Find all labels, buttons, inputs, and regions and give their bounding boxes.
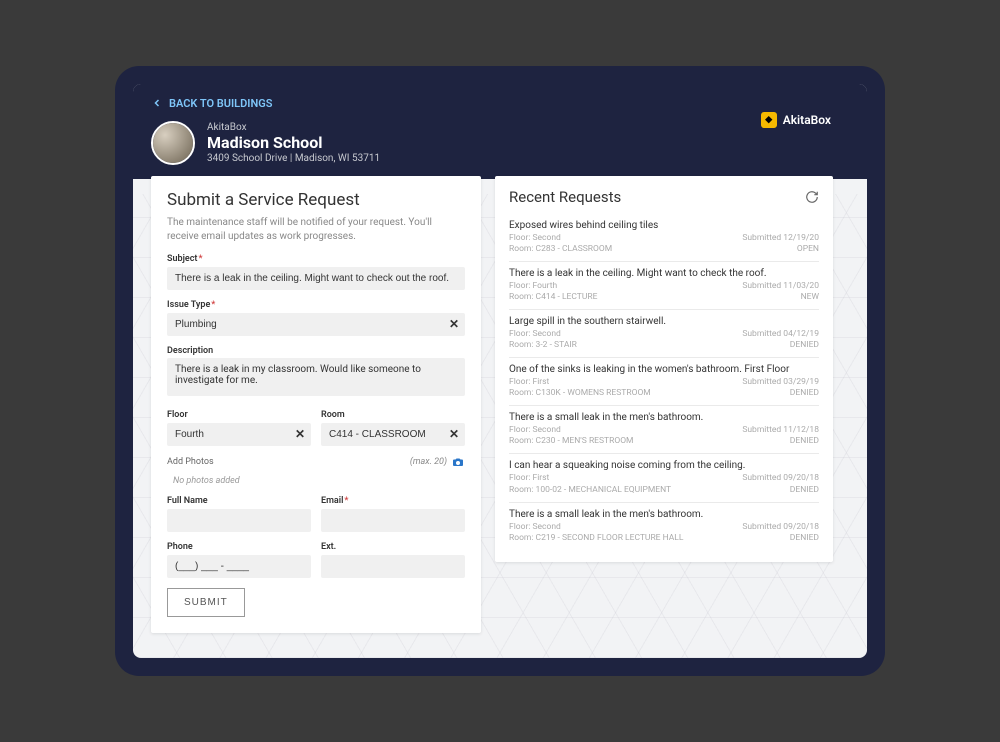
full-name-input[interactable]	[167, 509, 311, 532]
request-title: There is a small leak in the men's bathr…	[509, 412, 819, 423]
issue-type-clear-icon[interactable]: ✕	[449, 317, 459, 331]
back-label: BACK TO BUILDINGS	[169, 97, 272, 110]
request-title: I can hear a squeaking noise coming from…	[509, 460, 819, 471]
description-input[interactable]: There is a leak in my classroom. Would l…	[167, 358, 465, 396]
subject-input[interactable]	[167, 267, 465, 290]
request-item[interactable]: Exposed wires behind ceiling tiles Floor:…	[509, 214, 819, 262]
request-title: There is a leak in the ceiling. Might wa…	[509, 268, 819, 279]
form-title: Submit a Service Request	[167, 190, 465, 210]
request-status: Submitted 11/12/18DENIED	[742, 425, 819, 447]
request-meta: Floor: FourthRoom: C414 - LECTURE	[509, 281, 597, 303]
request-item[interactable]: There is a small leak in the men's bathr…	[509, 503, 819, 550]
header-bar: BACK TO BUILDINGS ◆ AkitaBox AkitaBox Ma…	[133, 84, 867, 179]
issue-type-input[interactable]	[167, 313, 465, 336]
request-meta: Floor: SecondRoom: C230 - MEN'S RESTROOM	[509, 425, 633, 447]
request-status: Submitted 12/19/20OPEN	[742, 233, 819, 255]
photos-max-label: (max. 20)	[410, 457, 447, 467]
request-title: One of the sinks is leaking in the women…	[509, 364, 819, 375]
request-meta: Floor: FirstRoom: C130K - WOMENS RESTROO…	[509, 377, 651, 399]
issue-type-label: Issue Type*	[167, 300, 465, 310]
arrow-left-icon	[151, 97, 163, 109]
subject-label: Subject*	[167, 254, 465, 264]
request-status: Submitted 09/20/18DENIED	[742, 522, 819, 544]
full-name-label: Full Name	[167, 496, 311, 506]
brand-name: AkitaBox	[783, 113, 831, 127]
request-item[interactable]: Large spill in the southern stairwell. Fl…	[509, 310, 819, 358]
email-label: Email*	[321, 496, 465, 506]
request-status: Submitted 03/29/19DENIED	[742, 377, 819, 399]
request-meta: Floor: FirstRoom: 100-02 - MECHANICAL EQ…	[509, 473, 671, 495]
request-item[interactable]: One of the sinks is leaking in the women…	[509, 358, 819, 406]
request-item[interactable]: There is a leak in the ceiling. Might wa…	[509, 262, 819, 310]
ext-input[interactable]	[321, 555, 465, 578]
form-description: The maintenance staff will be notified o…	[167, 216, 465, 244]
request-meta: Floor: SecondRoom: C219 - SECOND FLOOR L…	[509, 522, 683, 544]
recent-requests-title: Recent Requests	[509, 188, 621, 206]
building-name: Madison School	[207, 133, 380, 152]
org-name: AkitaBox	[207, 122, 380, 133]
building-avatar	[151, 121, 195, 165]
room-clear-icon[interactable]: ✕	[449, 427, 459, 441]
request-meta: Floor: SecondRoom: C283 - CLASSROOM	[509, 233, 612, 255]
brand-logo-icon: ◆	[761, 112, 777, 128]
request-title: Exposed wires behind ceiling tiles	[509, 220, 819, 231]
building-header: AkitaBox Madison School 3409 School Driv…	[151, 121, 849, 165]
brand: ◆ AkitaBox	[761, 112, 831, 128]
phone-input[interactable]	[167, 555, 311, 578]
request-status: Submitted 04/12/19DENIED	[742, 329, 819, 351]
floor-input[interactable]	[167, 423, 311, 446]
request-meta: Floor: SecondRoom: 3-2 - STAIR	[509, 329, 577, 351]
back-to-buildings-link[interactable]: BACK TO BUILDINGS	[151, 97, 272, 110]
camera-icon[interactable]	[451, 456, 465, 468]
request-item[interactable]: I can hear a squeaking noise coming from…	[509, 454, 819, 502]
building-address: 3409 School Drive | Madison, WI 53711	[207, 153, 380, 164]
request-status: Submitted 09/20/18DENIED	[742, 473, 819, 495]
app-window: BACK TO BUILDINGS ◆ AkitaBox AkitaBox Ma…	[133, 84, 867, 658]
submit-button[interactable]: SUBMIT	[167, 588, 245, 617]
request-item[interactable]: There is a small leak in the men's bathr…	[509, 406, 819, 454]
request-status: Submitted 11/03/20NEW	[742, 281, 819, 303]
no-photos-text: No photos added	[167, 472, 465, 496]
recent-requests-list: Exposed wires behind ceiling tiles Floor:…	[509, 214, 819, 550]
room-input[interactable]	[321, 423, 465, 446]
description-label: Description	[167, 346, 465, 356]
refresh-icon[interactable]	[805, 190, 819, 204]
recent-requests-panel: Recent Requests Exposed wires behind cei…	[495, 176, 833, 562]
ext-label: Ext.	[321, 542, 465, 552]
floor-clear-icon[interactable]: ✕	[295, 427, 305, 441]
phone-label: Phone	[167, 542, 311, 552]
room-label: Room	[321, 410, 465, 420]
request-title: There is a small leak in the men's bathr…	[509, 509, 819, 520]
add-photos-label: Add Photos	[167, 457, 214, 467]
email-input[interactable]	[321, 509, 465, 532]
request-title: Large spill in the southern stairwell.	[509, 316, 819, 327]
device-frame: BACK TO BUILDINGS ◆ AkitaBox AkitaBox Ma…	[115, 66, 885, 676]
service-request-form: Submit a Service Request The maintenance…	[151, 176, 481, 633]
floor-label: Floor	[167, 410, 311, 420]
